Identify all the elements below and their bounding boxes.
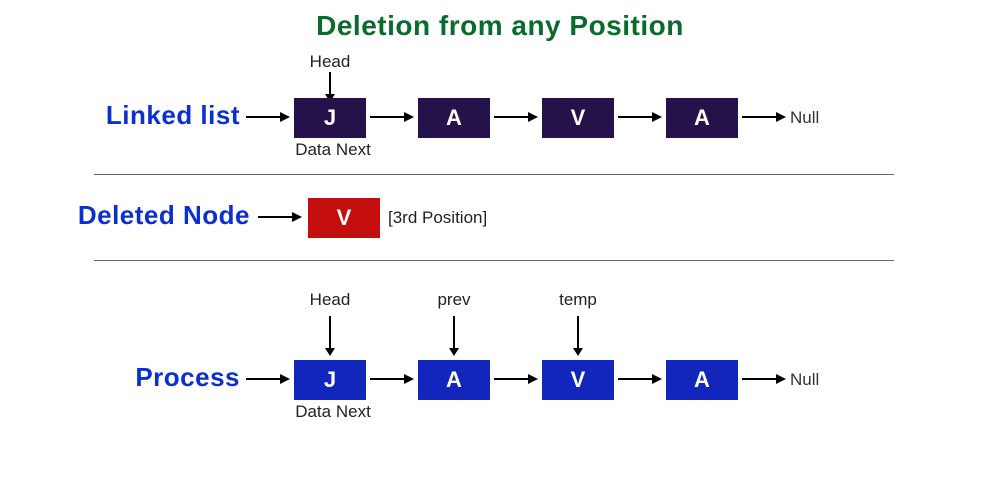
row3-node-3: A	[666, 360, 738, 400]
row3-node-1: A	[418, 360, 490, 400]
diagram-title: Deletion from any Position	[0, 0, 1000, 42]
row3-terminator: Null	[790, 370, 819, 390]
arrow-right-icon	[370, 108, 414, 126]
arrow-right-icon	[742, 370, 786, 388]
row1-under-label: Data Next	[288, 140, 378, 160]
row2-label: Deleted Node	[0, 200, 250, 231]
arrow-right-icon	[246, 108, 290, 126]
arrow-down-icon	[570, 316, 586, 356]
arrow-right-icon	[258, 208, 302, 226]
arrow-right-icon	[618, 370, 662, 388]
row1-node-2: V	[542, 98, 614, 138]
divider	[94, 260, 894, 261]
row1-head-label: Head	[290, 52, 370, 72]
row1-label: Linked list	[0, 100, 240, 131]
divider	[94, 174, 894, 175]
arrow-right-icon	[618, 108, 662, 126]
row3-ptr-prev: prev	[414, 290, 494, 310]
arrow-right-icon	[742, 108, 786, 126]
arrow-right-icon	[246, 370, 290, 388]
arrow-right-icon	[494, 370, 538, 388]
arrow-right-icon	[370, 370, 414, 388]
row3-node-0: J	[294, 360, 366, 400]
row2-deleted-node: V	[308, 198, 380, 238]
row3-ptr-head: Head	[290, 290, 370, 310]
row1-node-0: J	[294, 98, 366, 138]
row1-node-1: A	[418, 98, 490, 138]
row3-node-2: V	[542, 360, 614, 400]
row1-terminator: Null	[790, 108, 819, 128]
row1-node-3: A	[666, 98, 738, 138]
row3-under-label: Data Next	[288, 402, 378, 422]
row2-note: [3rd Position]	[388, 208, 487, 228]
arrow-right-icon	[494, 108, 538, 126]
arrow-down-icon	[446, 316, 462, 356]
row3-label: Process	[0, 362, 240, 393]
row3-ptr-temp: temp	[538, 290, 618, 310]
arrow-down-icon	[322, 316, 338, 356]
